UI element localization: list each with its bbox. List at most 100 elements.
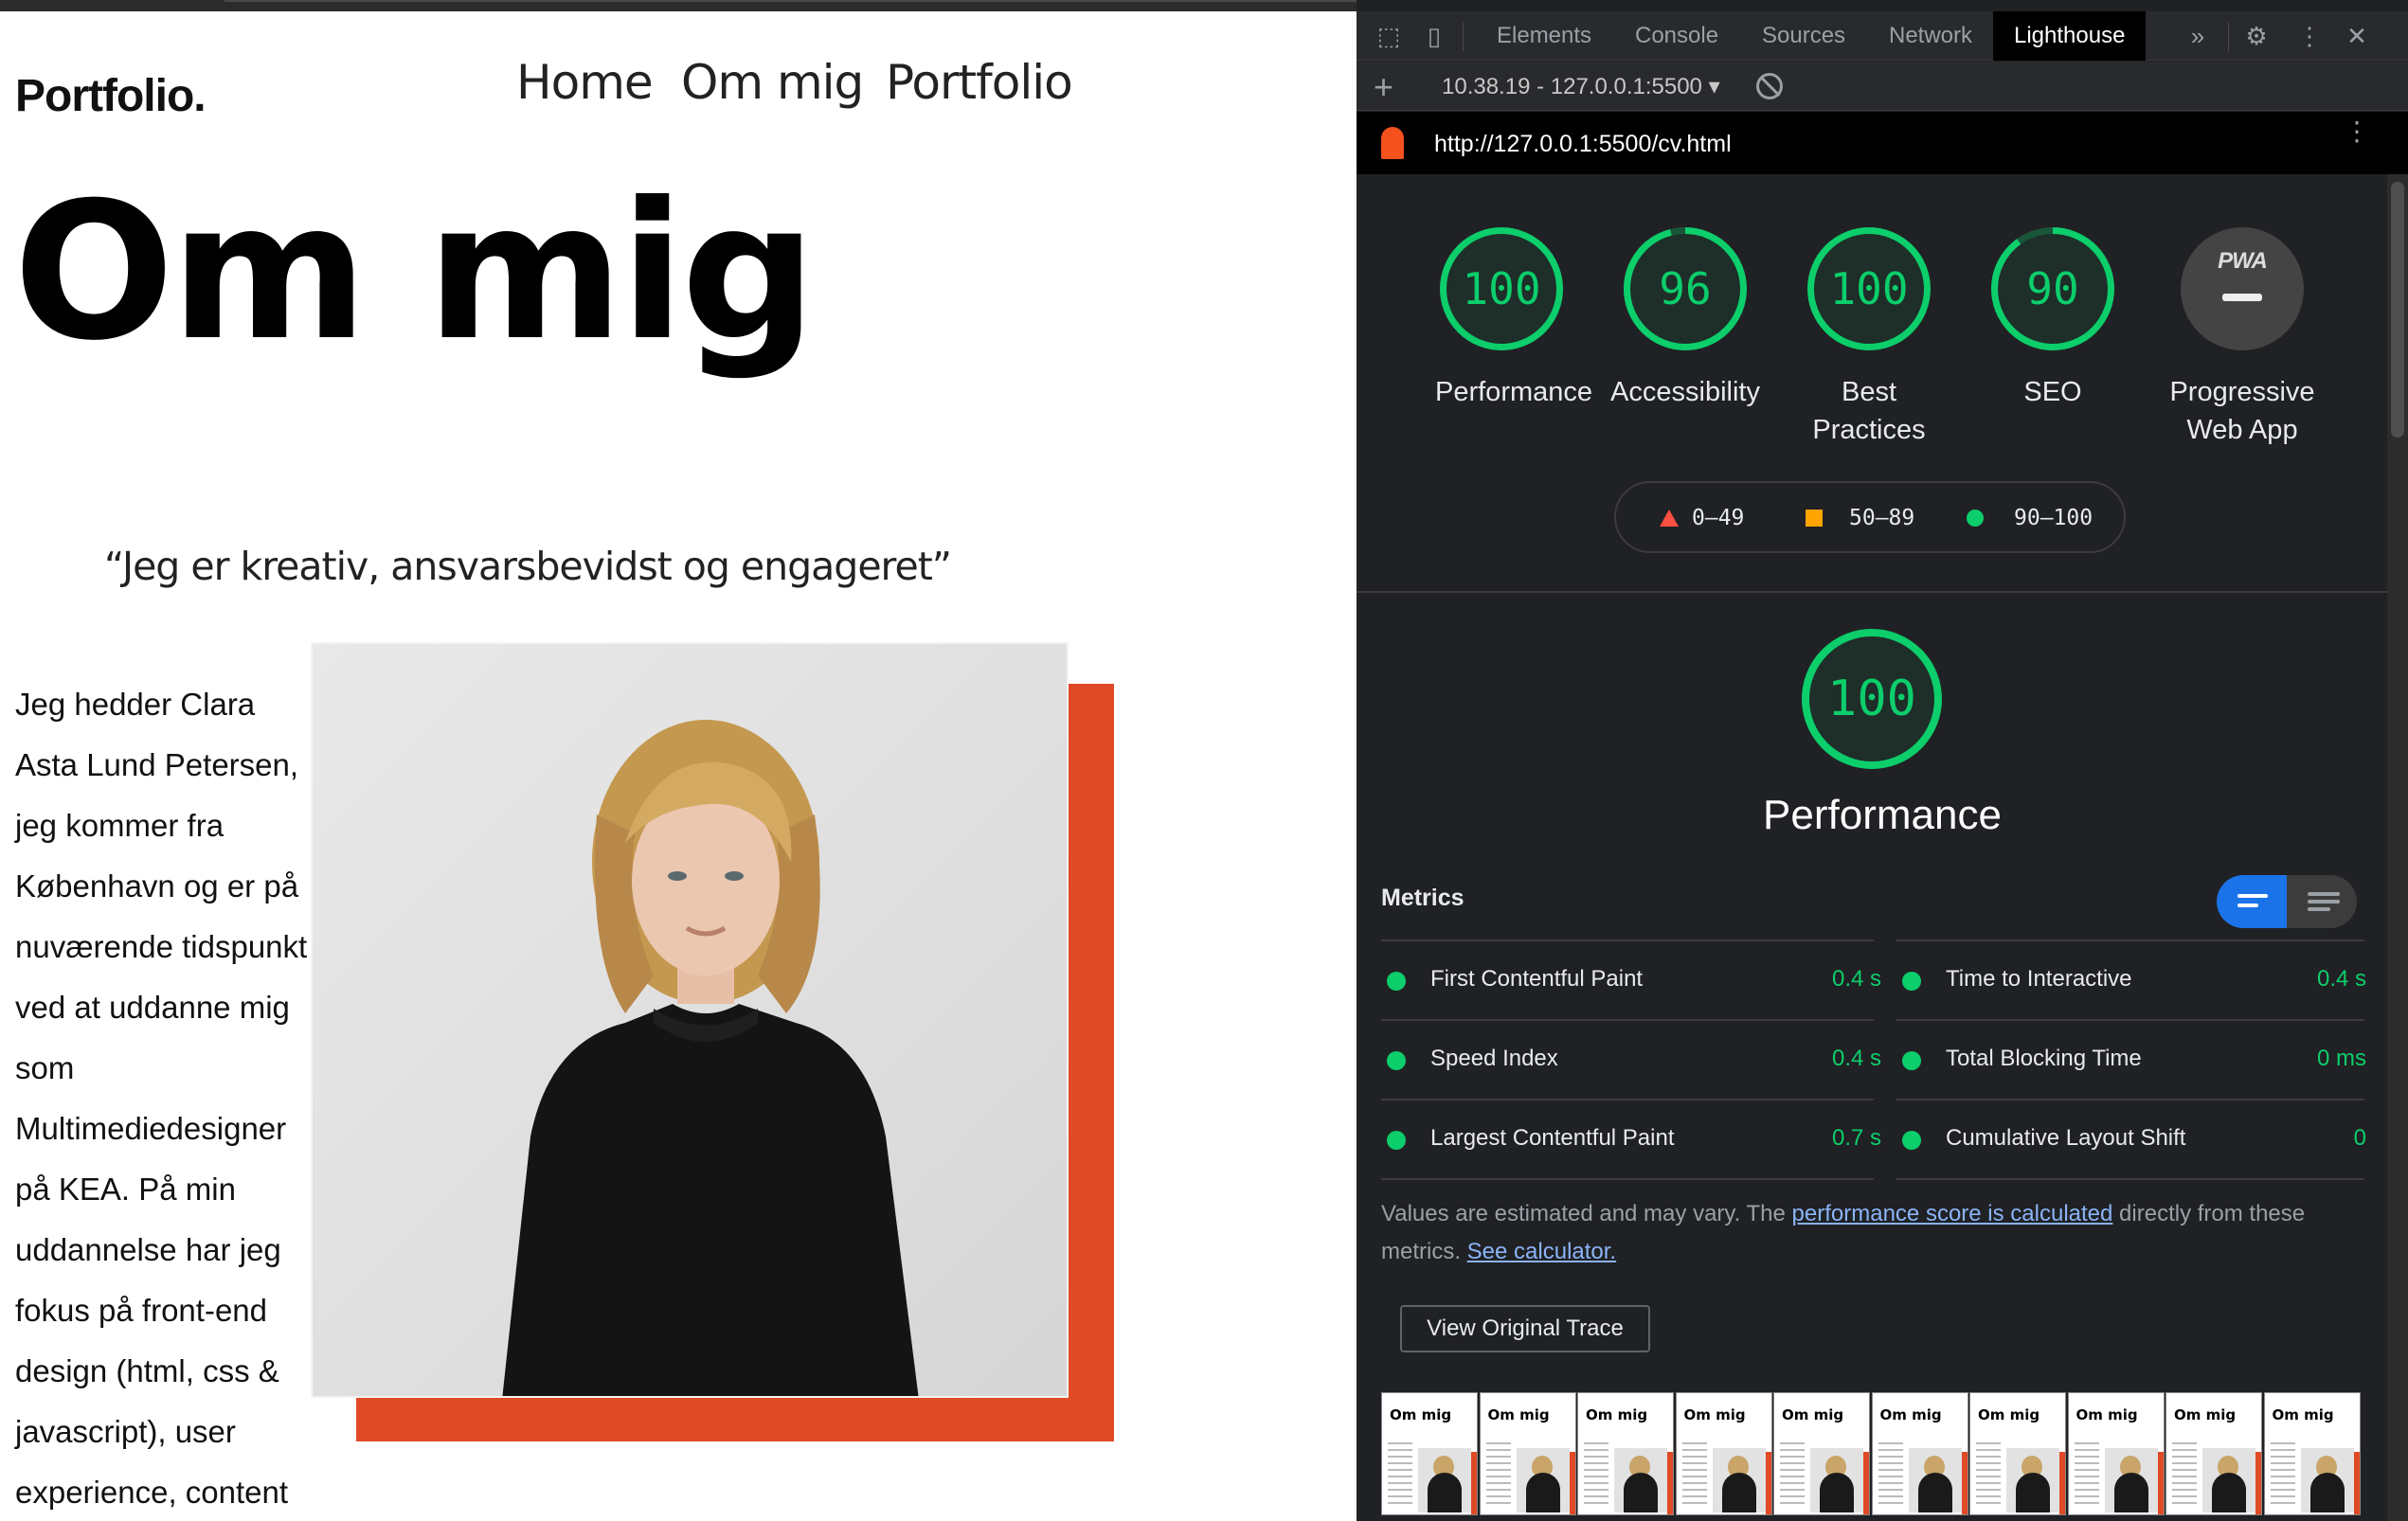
report-select-label: 10.38.19 - 127.0.0.1:5500 <box>1442 74 1702 99</box>
bio-line: København og er på <box>15 868 299 904</box>
gauge-seo[interactable]: 90 SEO <box>1986 227 2119 411</box>
gauge-score: 100 <box>1829 263 1909 314</box>
nav-link-portfolio[interactable]: Portfolio <box>886 55 1073 110</box>
pass-circle-icon <box>1902 1051 1921 1070</box>
nav-link-om-mig[interactable]: Om mig <box>681 55 864 110</box>
filmstrip-frame: Om mig <box>2263 1392 2361 1515</box>
clear-reports-icon[interactable] <box>1756 73 1783 99</box>
filmstrip-frame: Om mig <box>1675 1392 1772 1515</box>
gauge-best-practices[interactable]: 100 Best Practices <box>1803 227 1935 449</box>
legend-fail: 0–49 <box>1692 506 1745 530</box>
filmstrip-frame-title: Om mig <box>2174 1406 2237 1423</box>
bio-line: experience, content <box>15 1475 289 1510</box>
bio-line: fokus på front-end <box>15 1293 267 1328</box>
filmstrip-frame: Om mig <box>2067 1392 2165 1515</box>
gauge-label: Progressive Web App <box>2169 377 2315 445</box>
bio-line: jeg kommer fra <box>15 808 225 843</box>
metrics-view-toggle[interactable] <box>2217 875 2357 928</box>
gauge-score: 90 <box>2026 263 2079 314</box>
new-report-icon[interactable]: + <box>1374 67 1393 107</box>
view-original-trace-button[interactable]: View Original Trace <box>1400 1305 1650 1352</box>
filmstrip-frame: Om mig <box>1773 1392 1870 1515</box>
report-menu-icon[interactable]: ⋮ <box>2344 118 2370 145</box>
gear-icon[interactable]: ⚙ <box>2241 21 2272 51</box>
bio-line: nuværende tidspunkt <box>15 929 308 964</box>
site-logo[interactable]: Portfolio. <box>15 70 207 122</box>
metric-name: Total Blocking Time <box>1946 1046 2142 1071</box>
compact-view-icon[interactable] <box>2217 875 2287 928</box>
see-calculator-link[interactable]: See calculator. <box>1467 1239 1616 1264</box>
bio-line: Jeg hedder Clara <box>15 687 256 722</box>
gauge-score: 96 <box>1659 263 1712 314</box>
page-title: Om mig <box>13 162 817 383</box>
bio-line: javascript), user <box>15 1414 236 1449</box>
gauge-label: Performance <box>1435 377 1593 407</box>
score-calculated-link[interactable]: performance score is calculated <box>1792 1201 2113 1226</box>
tab-elements[interactable]: Elements <box>1476 11 1612 61</box>
metric-value: 0.7 s <box>1831 1125 1881 1151</box>
performance-score-gauge: 100 <box>1802 629 1942 769</box>
gauge-label: Best Practices <box>1812 377 1926 445</box>
metric-time-to-interactive: Time to Interactive 0.4 s <box>1902 941 2366 1021</box>
close-icon[interactable]: ✕ <box>2342 21 2372 51</box>
bio-text: Jeg hedder Clara Asta Lund Petersen, jeg… <box>15 674 318 1521</box>
pass-circle-icon <box>1902 972 1921 991</box>
legend-average: 50–89 <box>1849 506 1915 530</box>
inspect-element-icon[interactable]: ⬚ <box>1374 21 1404 51</box>
device-toolbar-icon[interactable]: ▯ <box>1419 21 1449 51</box>
divider <box>1357 591 2387 593</box>
filmstrip-frame-title: Om mig <box>1390 1406 1452 1423</box>
metric-value: 0.4 s <box>1831 1046 1881 1071</box>
section-title: Performance <box>1763 792 2002 838</box>
fail-triangle-icon <box>1660 510 1679 527</box>
devtools-panel: ⬚ ▯ Elements Console Sources Network Lig… <box>1357 0 2408 1521</box>
metric-first-contentful-paint: First Contentful Paint 0.4 s <box>1387 941 1881 1021</box>
filmstrip-frame: Om mig <box>1479 1392 1576 1515</box>
report-url-bar: http://127.0.0.1:5500/cv.html ⋮ <box>1357 112 2408 174</box>
window-top-bar <box>0 0 1357 11</box>
bio-line: Multimediedesigner <box>15 1111 287 1146</box>
filmstrip-frame-title: Om mig <box>1978 1406 2040 1423</box>
filmstrip: Om mig Om mig Om mig Om mig Om mig Om mig Om m… <box>1381 1392 2378 1521</box>
bio-line: Asta Lund Petersen, <box>15 747 299 782</box>
gauge-label: SEO <box>2023 377 2082 407</box>
pass-circle-icon <box>1387 1051 1406 1070</box>
portrait-photo <box>311 642 1069 1398</box>
filmstrip-frame-title: Om mig <box>1782 1406 1844 1423</box>
photo-accent-frame <box>1069 684 1114 1441</box>
filmstrip-frame-title: Om mig <box>2272 1406 2334 1423</box>
filmstrip-frame-title: Om mig <box>1683 1406 1746 1423</box>
bio-line: design (html, css & <box>15 1353 279 1388</box>
average-square-icon <box>1806 510 1823 527</box>
nav-link-home[interactable]: Home <box>516 55 654 110</box>
kebab-menu-icon[interactable]: ⋮ <box>2294 21 2325 51</box>
pass-circle-icon <box>1967 510 1984 527</box>
scrollbar[interactable] <box>2387 174 2408 1521</box>
filmstrip-frame-title: Om mig <box>1487 1406 1550 1423</box>
bio-line: på KEA. På min <box>15 1172 236 1207</box>
metric-name: Largest Contentful Paint <box>1430 1125 1675 1151</box>
metric-value: 0.4 s <box>1831 966 1881 992</box>
tab-lighthouse[interactable]: Lighthouse <box>1993 11 2147 61</box>
gauge-accessibility[interactable]: 96 Accessibility <box>1610 227 1760 411</box>
filmstrip-frame-title: Om mig <box>1879 1406 1942 1423</box>
metric-value: 0 <box>2353 1125 2366 1151</box>
double-chevron-icon[interactable]: » <box>2183 21 2213 51</box>
quote: “Jeg er kreativ, ansvarsbevidst og engag… <box>104 544 952 589</box>
filmstrip-frame-title: Om mig <box>1586 1406 1648 1423</box>
metric-largest-contentful-paint: Largest Contentful Paint 0.7 s <box>1387 1100 1881 1180</box>
metric-value: 0 ms <box>2316 1046 2366 1071</box>
tab-sources[interactable]: Sources <box>1741 11 1866 61</box>
filmstrip-frame: Om mig <box>1969 1392 2066 1515</box>
tab-network[interactable]: Network <box>1868 11 1993 61</box>
gauge-performance[interactable]: 100 Performance <box>1435 227 1593 411</box>
pass-circle-icon <box>1387 972 1406 991</box>
report-select[interactable]: 10.38.19 - 127.0.0.1:5500 ▾ <box>1442 73 1720 100</box>
tab-console[interactable]: Console <box>1614 11 1739 61</box>
lighthouse-toolbar: + 10.38.19 - 127.0.0.1:5500 ▾ <box>1357 62 2408 111</box>
pwa-badge-icon: PWA <box>2181 227 2304 350</box>
metric-name: First Contentful Paint <box>1430 966 1644 992</box>
gauge-pwa[interactable]: PWA Progressive Web App <box>2160 227 2325 449</box>
metrics-heading: Metrics <box>1381 885 1465 911</box>
photo-accent-frame-bottom <box>356 1398 1114 1441</box>
